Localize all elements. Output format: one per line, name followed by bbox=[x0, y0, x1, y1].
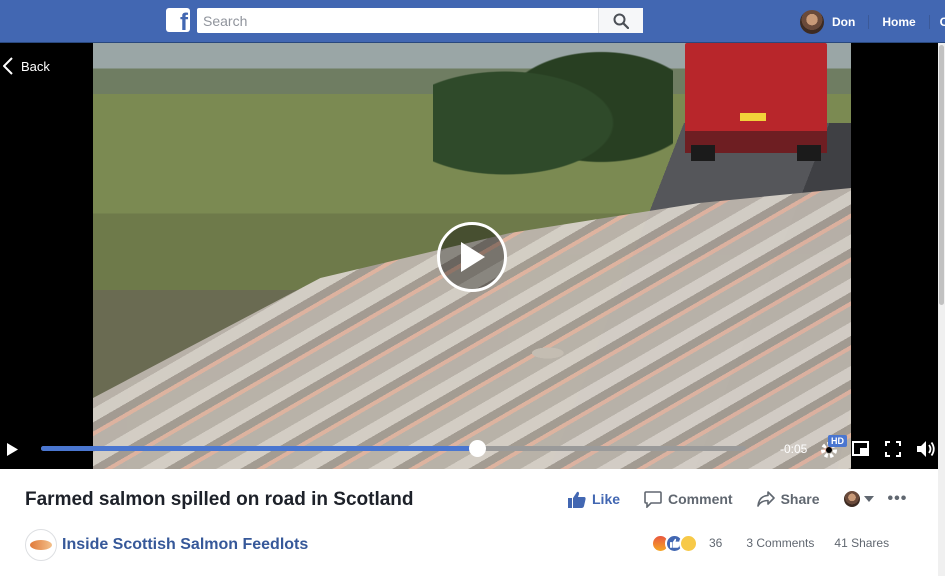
shares-count-link[interactable]: 41 Shares bbox=[834, 536, 889, 550]
play-overlay-button[interactable] bbox=[437, 222, 507, 292]
speaker-icon bbox=[917, 441, 935, 457]
facebook-logo[interactable]: f bbox=[166, 8, 190, 32]
progress-handle[interactable] bbox=[469, 440, 487, 457]
scene-salmon bbox=[93, 188, 851, 469]
hd-badge: HD bbox=[828, 435, 847, 447]
page-name-link[interactable]: Inside Scottish Salmon Feedlots bbox=[62, 536, 308, 554]
fullscreen-button[interactable] bbox=[885, 441, 901, 462]
thumbs-up-icon bbox=[568, 491, 586, 508]
video-controls: -0:05 HD bbox=[0, 430, 938, 469]
sad-reaction-icon bbox=[679, 533, 698, 553]
caret-down-icon bbox=[863, 496, 874, 502]
video-title: Farmed salmon spilled on road in Scotlan… bbox=[25, 489, 414, 510]
page-avatar[interactable] bbox=[25, 529, 57, 561]
search-input[interactable] bbox=[197, 8, 597, 33]
play-icon bbox=[461, 242, 485, 272]
more-options-button[interactable]: ••• bbox=[888, 490, 908, 508]
picture-in-picture-button[interactable] bbox=[852, 441, 869, 461]
top-navigation-bar: f Don Home C bbox=[0, 0, 945, 43]
share-button[interactable]: Share bbox=[756, 491, 820, 507]
reaction-count[interactable]: 36 bbox=[709, 536, 722, 550]
nav-right: Don Home C bbox=[800, 9, 945, 35]
truck-tyre bbox=[797, 145, 821, 161]
search-icon bbox=[613, 13, 629, 29]
play-button[interactable] bbox=[6, 442, 19, 462]
volume-button[interactable] bbox=[916, 440, 936, 463]
post-as-selector[interactable] bbox=[843, 491, 874, 507]
time-remaining: -0:05 bbox=[780, 442, 808, 456]
progress-slider[interactable] bbox=[41, 440, 746, 457]
play-icon bbox=[7, 443, 18, 456]
search-button[interactable] bbox=[598, 8, 643, 33]
post-stats: 36 3 Comments 41 Shares bbox=[651, 533, 889, 553]
comment-icon bbox=[644, 490, 662, 508]
reaction-icons[interactable] bbox=[651, 533, 698, 553]
scene-truck bbox=[685, 43, 827, 161]
back-label: Back bbox=[21, 58, 50, 74]
progress-played bbox=[41, 446, 478, 451]
page-info: Inside Scottish Salmon Feedlots bbox=[25, 529, 308, 561]
create-link[interactable]: C bbox=[930, 15, 945, 29]
share-icon bbox=[756, 491, 775, 507]
pip-icon bbox=[852, 441, 869, 456]
like-button[interactable]: Like bbox=[568, 491, 620, 508]
home-link[interactable]: Home bbox=[869, 15, 930, 29]
profile-link[interactable]: Don bbox=[832, 15, 870, 29]
fullscreen-icon bbox=[885, 441, 901, 457]
comment-label: Comment bbox=[668, 491, 733, 507]
comments-count-link[interactable]: 3 Comments bbox=[746, 536, 814, 550]
salmon-icon bbox=[30, 540, 52, 550]
truck-tyre bbox=[691, 145, 715, 161]
back-button[interactable]: Back bbox=[3, 57, 50, 75]
chevron-left-icon bbox=[3, 57, 13, 75]
truck-plate bbox=[740, 113, 766, 121]
user-avatar bbox=[843, 491, 860, 507]
scrollbar-thumb[interactable] bbox=[939, 45, 944, 305]
share-label: Share bbox=[780, 491, 820, 507]
user-avatar[interactable] bbox=[800, 10, 824, 34]
search-bar bbox=[197, 8, 643, 33]
post-actions: Like Comment Share ••• bbox=[568, 488, 907, 510]
scrollbar[interactable] bbox=[938, 43, 945, 576]
comment-button[interactable]: Comment bbox=[644, 490, 733, 508]
video-player: Back -0:05 HD bbox=[0, 43, 938, 469]
like-label: Like bbox=[592, 491, 621, 507]
